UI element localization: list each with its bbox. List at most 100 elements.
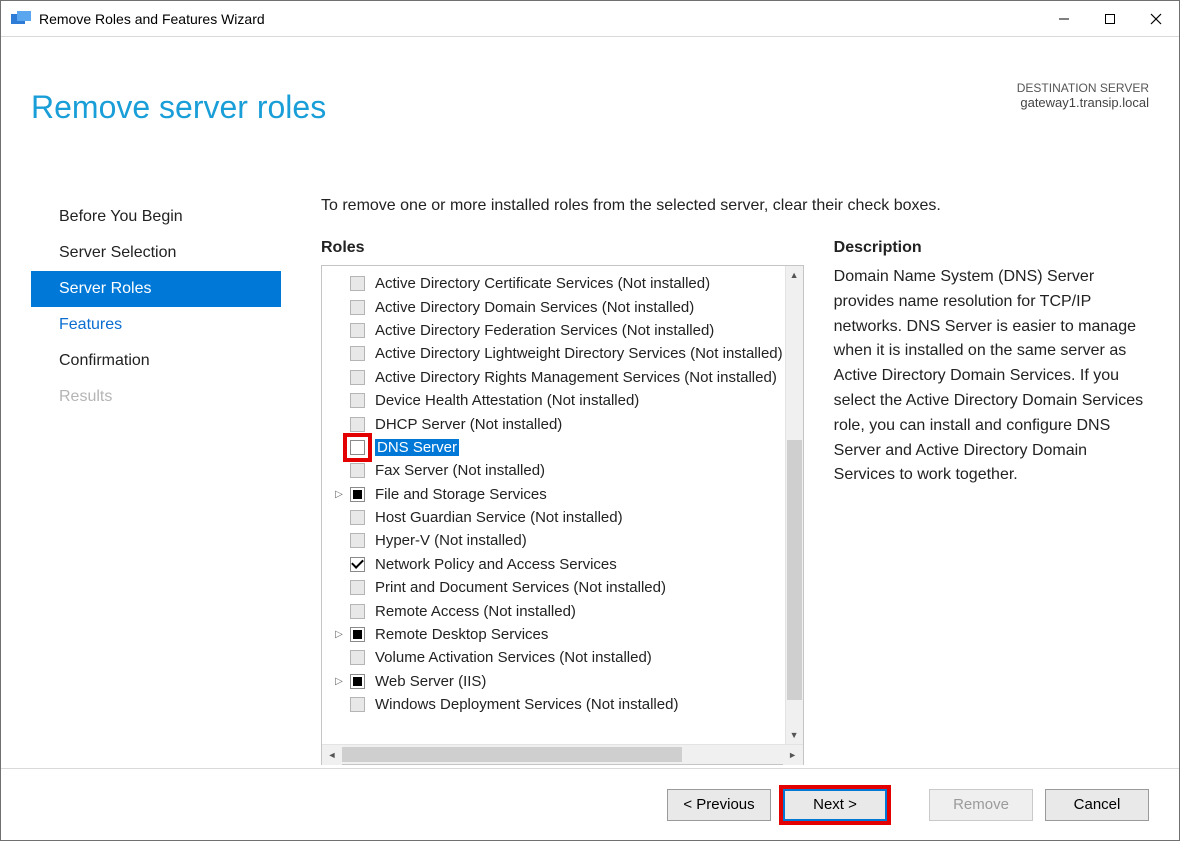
role-item: Active Directory Lightweight Directory S…	[322, 342, 803, 365]
expander-icon	[332, 534, 346, 548]
vertical-scrollbar[interactable]: ▲ ▼	[785, 266, 803, 744]
scroll-up-arrow[interactable]: ▲	[786, 266, 803, 284]
step-results: Results	[31, 379, 281, 415]
role-item: Remote Access (Not installed)	[322, 599, 803, 622]
scroll-left-arrow[interactable]: ◄	[322, 745, 342, 765]
expander-icon	[332, 440, 346, 454]
role-checkbox[interactable]	[350, 627, 365, 642]
main-panel: To remove one or more installed roles fr…	[321, 197, 1151, 750]
description-text: Domain Name System (DNS) Server provides…	[834, 265, 1151, 488]
role-checkbox	[350, 300, 365, 315]
role-item: Active Directory Domain Services (Not in…	[322, 295, 803, 318]
scroll-right-arrow[interactable]: ►	[783, 745, 803, 765]
expander-icon	[332, 511, 346, 525]
role-item[interactable]: ▷File and Storage Services	[322, 483, 803, 506]
role-item: Hyper-V (Not installed)	[322, 529, 803, 552]
horizontal-scrollbar[interactable]: ◄ ►	[322, 744, 803, 764]
window-title: Remove Roles and Features Wizard	[39, 11, 265, 27]
expander-icon	[332, 698, 346, 712]
role-checkbox	[350, 510, 365, 525]
instruction-text: To remove one or more installed roles fr…	[321, 197, 1151, 215]
role-label: Remote Access (Not installed)	[375, 603, 576, 620]
description-heading: Description	[834, 239, 1151, 257]
role-label: Device Health Attestation (Not installed…	[375, 392, 639, 409]
role-item: Active Directory Rights Management Servi…	[322, 366, 803, 389]
role-item: Host Guardian Service (Not installed)	[322, 506, 803, 529]
previous-button[interactable]: < Previous	[667, 789, 771, 821]
expander-icon	[332, 300, 346, 314]
role-item[interactable]: ▷Web Server (IIS)	[322, 670, 803, 693]
close-button[interactable]	[1133, 1, 1179, 37]
role-item[interactable]: DNS Server	[322, 436, 803, 459]
titlebar: Remove Roles and Features Wizard	[1, 1, 1179, 37]
roles-column: Roles Active Directory Certificate Servi…	[321, 239, 804, 765]
role-checkbox[interactable]	[350, 440, 365, 455]
role-label: Fax Server (Not installed)	[375, 462, 545, 479]
expander-icon[interactable]: ▷	[332, 674, 346, 688]
expander-icon	[332, 277, 346, 291]
description-column: Description Domain Name System (DNS) Ser…	[834, 239, 1151, 765]
destination-server: DESTINATION SERVER gateway1.transip.loca…	[1017, 81, 1149, 110]
role-checkbox	[350, 323, 365, 338]
role-item: Device Health Attestation (Not installed…	[322, 389, 803, 412]
expander-icon	[332, 347, 346, 361]
app-icon	[11, 11, 31, 27]
role-item: Volume Activation Services (Not installe…	[322, 646, 803, 669]
role-checkbox	[350, 417, 365, 432]
role-checkbox[interactable]	[350, 674, 365, 689]
role-item: Windows Deployment Services (Not install…	[322, 693, 803, 716]
role-item: Active Directory Federation Services (No…	[322, 319, 803, 342]
remove-button: Remove	[929, 789, 1033, 821]
role-label: Network Policy and Access Services	[375, 556, 617, 573]
minimize-button[interactable]	[1041, 1, 1087, 37]
scroll-down-arrow[interactable]: ▼	[786, 726, 803, 744]
next-button[interactable]: Next >	[783, 789, 887, 821]
expander-icon	[332, 581, 346, 595]
role-label: Active Directory Federation Services (No…	[375, 322, 714, 339]
role-item[interactable]: ▷ Remote Desktop Services	[322, 623, 803, 646]
role-checkbox	[350, 697, 365, 712]
role-label: Active Directory Lightweight Directory S…	[375, 345, 783, 362]
role-checkbox	[350, 580, 365, 595]
cancel-button[interactable]: Cancel	[1045, 789, 1149, 821]
vscroll-thumb[interactable]	[787, 440, 802, 700]
role-checkbox	[350, 276, 365, 291]
role-item[interactable]: Network Policy and Access Services	[322, 553, 803, 576]
destination-name: gateway1.transip.local	[1017, 95, 1149, 110]
step-before-you-begin[interactable]: Before You Begin	[31, 199, 281, 235]
expander-icon	[332, 323, 346, 337]
role-checkbox[interactable]	[350, 557, 365, 572]
step-server-roles[interactable]: Server Roles	[31, 271, 281, 307]
role-item: DHCP Server (Not installed)	[322, 412, 803, 435]
hscroll-thumb[interactable]	[342, 747, 682, 762]
role-checkbox[interactable]	[350, 487, 365, 502]
roles-scroll-viewport: Active Directory Certificate Services (N…	[322, 266, 803, 744]
roles-listbox: Active Directory Certificate Services (N…	[321, 265, 804, 765]
role-checkbox	[350, 393, 365, 408]
role-checkbox	[350, 463, 365, 478]
step-server-selection[interactable]: Server Selection	[31, 235, 281, 271]
page-title: Remove server roles	[31, 89, 326, 126]
role-label: Print and Document Services (Not install…	[375, 579, 666, 596]
step-confirmation[interactable]: Confirmation	[31, 343, 281, 379]
expander-icon	[332, 651, 346, 665]
role-label: Windows Deployment Services (Not install…	[375, 696, 678, 713]
roles-heading: Roles	[321, 239, 804, 257]
expander-icon	[332, 557, 346, 571]
step-features[interactable]: Features	[31, 307, 281, 343]
role-item: Active Directory Certificate Services (N…	[322, 272, 803, 295]
wizard-window: Remove Roles and Features Wizard Remove …	[0, 0, 1180, 841]
maximize-button[interactable]	[1087, 1, 1133, 37]
role-label: Active Directory Certificate Services (N…	[375, 275, 710, 292]
expander-icon	[332, 394, 346, 408]
expander-icon[interactable]: ▷	[332, 487, 346, 501]
content-area: Remove server roles DESTINATION SERVER g…	[1, 37, 1179, 840]
role-label: Remote Desktop Services	[375, 626, 548, 643]
destination-label: DESTINATION SERVER	[1017, 81, 1149, 95]
role-label: Active Directory Rights Management Servi…	[375, 369, 777, 386]
role-checkbox	[350, 650, 365, 665]
footer-buttons: < Previous Next > Remove Cancel	[1, 768, 1179, 840]
expander-icon	[332, 604, 346, 618]
expander-icon[interactable]: ▷	[332, 628, 346, 642]
role-label: Hyper-V (Not installed)	[375, 532, 527, 549]
